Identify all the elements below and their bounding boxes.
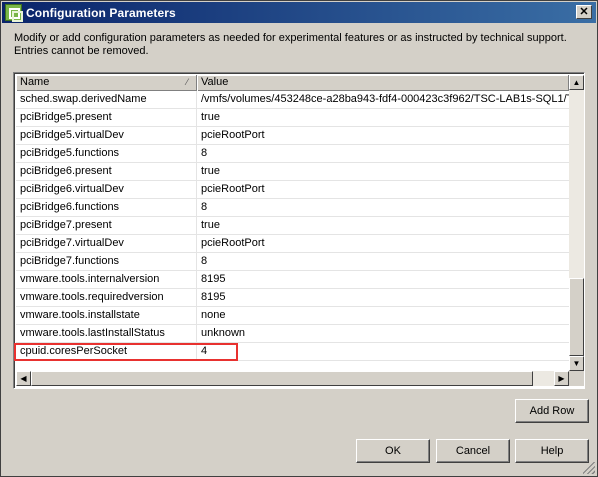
add-row-button[interactable]: Add Row <box>515 399 589 423</box>
param-name-cell[interactable]: pciBridge7.virtualDev <box>16 235 197 252</box>
horizontal-scrollbar[interactable]: ◀ ▶ <box>16 371 569 386</box>
arrow-left-icon: ◀ <box>20 374 27 383</box>
param-name-cell[interactable]: pciBridge6.virtualDev <box>16 181 197 198</box>
column-header-value[interactable]: Value <box>197 75 569 91</box>
table-row[interactable]: pciBridge5.virtualDev pcieRootPort <box>16 127 569 145</box>
param-name-cell[interactable]: pciBridge6.functions <box>16 199 197 216</box>
param-value-cell[interactable]: pcieRootPort <box>197 235 569 252</box>
param-name-cell[interactable]: pciBridge7.present <box>16 217 197 234</box>
vertical-scroll-thumb[interactable] <box>569 278 584 356</box>
table-row[interactable]: pciBridge6.present true <box>16 163 569 181</box>
table-row-new-entry[interactable]: cpuid.coresPerSocket 4 <box>16 343 569 361</box>
table-header: Name ⁄ Value <box>16 75 569 91</box>
scrollbar-corner <box>569 371 584 386</box>
table-row[interactable]: pciBridge7.virtualDev pcieRootPort <box>16 235 569 253</box>
arrow-up-icon: ▲ <box>572 78 581 87</box>
scroll-right-button[interactable]: ▶ <box>554 371 569 386</box>
cancel-button[interactable]: Cancel <box>436 439 510 463</box>
table-row[interactable]: pciBridge5.functions 8 <box>16 145 569 163</box>
configuration-parameters-dialog: Configuration Parameters ✕ Modify or add… <box>0 0 598 477</box>
column-header-value-label: Value <box>201 76 229 88</box>
ok-button[interactable]: OK <box>356 439 430 463</box>
param-name-cell[interactable]: cpuid.coresPerSocket <box>16 343 197 360</box>
column-header-name-label: Name <box>20 76 50 88</box>
description-text: Modify or add configuration parameters a… <box>14 32 567 57</box>
param-name-cell[interactable]: pciBridge7.functions <box>16 253 197 270</box>
param-value-cell[interactable]: 8 <box>197 253 569 270</box>
param-name-cell[interactable]: pciBridge5.functions <box>16 145 197 162</box>
table-row[interactable]: pciBridge6.virtualDev pcieRootPort <box>16 181 569 199</box>
table-row[interactable]: pciBridge7.functions 8 <box>16 253 569 271</box>
table-body: sched.swap.derivedName /vmfs/volumes/453… <box>16 91 569 370</box>
vm-config-icon <box>5 4 23 22</box>
param-name-cell[interactable]: pciBridge5.virtualDev <box>16 127 197 144</box>
vertical-scrollbar[interactable]: ▲ ▼ <box>569 75 584 371</box>
param-name-cell[interactable]: pciBridge5.present <box>16 109 197 126</box>
table-row[interactable]: pciBridge7.present true <box>16 217 569 235</box>
parameters-table: Name ⁄ Value sched.swap.derivedName /vmf… <box>13 72 585 389</box>
title-bar[interactable]: Configuration Parameters ✕ <box>2 2 596 23</box>
param-value-cell[interactable]: true <box>197 163 569 180</box>
table-row[interactable]: vmware.tools.lastInstallStatus unknown <box>16 325 569 343</box>
param-value-cell[interactable]: 8 <box>197 199 569 216</box>
help-button[interactable]: Help <box>515 439 589 463</box>
horizontal-scroll-thumb[interactable] <box>31 371 533 386</box>
dialog-title: Configuration Parameters <box>26 6 176 20</box>
param-value-cell[interactable]: 8195 <box>197 271 569 288</box>
param-value-cell[interactable]: true <box>197 109 569 126</box>
param-value-cell[interactable]: none <box>197 307 569 324</box>
sort-indicator-icon: ⁄ <box>186 77 188 87</box>
arrow-right-icon: ▶ <box>558 374 565 383</box>
scroll-left-button[interactable]: ◀ <box>16 371 31 386</box>
close-icon: ✕ <box>579 6 589 18</box>
scroll-down-button[interactable]: ▼ <box>569 356 584 371</box>
param-name-cell[interactable]: vmware.tools.lastInstallStatus <box>16 325 197 342</box>
scroll-up-button[interactable]: ▲ <box>569 75 584 90</box>
param-value-cell[interactable]: pcieRootPort <box>197 127 569 144</box>
table-row[interactable]: sched.swap.derivedName /vmfs/volumes/453… <box>16 91 569 109</box>
param-value-cell[interactable]: /vmfs/volumes/453248ce-a28ba943-fdf4-000… <box>197 91 569 108</box>
table-row[interactable]: vmware.tools.installstate none <box>16 307 569 325</box>
close-button[interactable]: ✕ <box>576 5 592 19</box>
table-row[interactable]: vmware.tools.internalversion 8195 <box>16 271 569 289</box>
param-name-cell[interactable]: vmware.tools.internalversion <box>16 271 197 288</box>
param-name-cell[interactable]: sched.swap.derivedName <box>16 91 197 108</box>
arrow-down-icon: ▼ <box>572 359 581 368</box>
param-name-cell[interactable]: pciBridge6.present <box>16 163 197 180</box>
column-header-name[interactable]: Name ⁄ <box>16 75 197 91</box>
param-value-cell[interactable]: 4 <box>197 343 569 360</box>
param-value-cell[interactable]: 8195 <box>197 289 569 306</box>
param-value-cell[interactable]: pcieRootPort <box>197 181 569 198</box>
param-value-cell[interactable]: true <box>197 217 569 234</box>
table-row[interactable]: vmware.tools.requiredversion 8195 <box>16 289 569 307</box>
table-row[interactable]: pciBridge6.functions 8 <box>16 199 569 217</box>
param-value-cell[interactable]: unknown <box>197 325 569 342</box>
param-name-cell[interactable]: vmware.tools.requiredversion <box>16 289 197 306</box>
resize-grip-icon[interactable] <box>583 462 595 474</box>
table-row[interactable]: pciBridge5.present true <box>16 109 569 127</box>
param-value-cell[interactable]: 8 <box>197 145 569 162</box>
param-name-cell[interactable]: vmware.tools.installstate <box>16 307 197 324</box>
